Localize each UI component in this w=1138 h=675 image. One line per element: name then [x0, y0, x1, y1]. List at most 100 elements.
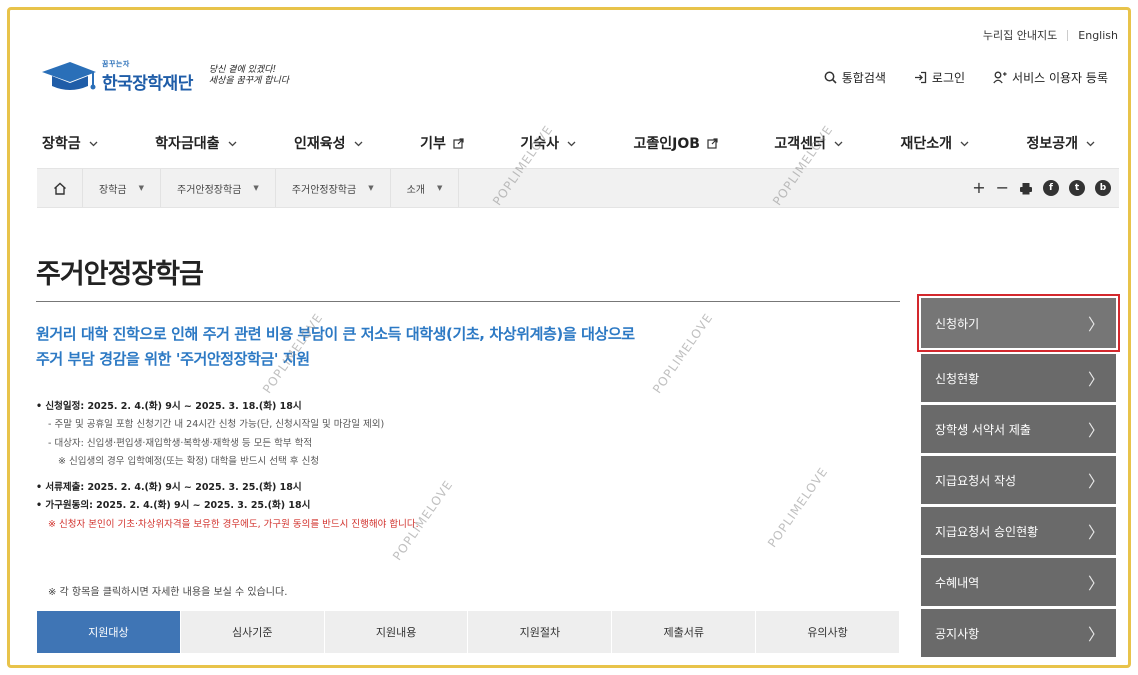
- lead-line-1: 원거리 대학 진학으로 인해 주거 관련 비용 부담이 큰 저소득 대학생(기초…: [36, 325, 635, 343]
- screenshot-frame: 누리집 안내지도 English 꿈꾸는자 한국장학재단 당신 곁에 있겠다! …: [7, 7, 1131, 668]
- header-actions: 통합검색 로그인 서비스 이용자 등록: [796, 69, 1108, 86]
- click-notice: ※ 각 항목을 클릭하시면 자세한 내용을 보실 수 있습니다.: [48, 587, 288, 598]
- nav-item[interactable]: 학자금대출: [147, 133, 245, 153]
- nav-item[interactable]: 인재육성: [286, 133, 372, 153]
- nav-item[interactable]: 장학금: [34, 133, 107, 153]
- chevron-right-icon: 〉: [1087, 370, 1104, 389]
- side-menu-item[interactable]: 신청현황 〉: [921, 354, 1116, 402]
- chevron-right-icon: 〉: [1087, 523, 1104, 542]
- tab-item[interactable]: 지원내용: [324, 611, 469, 653]
- caret-down-icon: ▼: [437, 184, 443, 192]
- zoom-out-icon[interactable]: −: [996, 180, 1009, 196]
- chevron-right-icon: 〉: [1087, 574, 1104, 593]
- page-tools: + − f t b: [972, 169, 1111, 207]
- tab-item[interactable]: 지원절차: [468, 611, 613, 653]
- side-menu-item[interactable]: 수혜내역 〉: [921, 558, 1116, 606]
- chevron-down-icon: [354, 141, 363, 146]
- search-button[interactable]: 통합검색: [824, 69, 886, 86]
- chevron-right-icon: 〉: [1087, 421, 1104, 440]
- breadcrumb-item[interactable]: 주거안정장학금 ▼: [276, 169, 391, 207]
- tab-item[interactable]: 유의사항: [756, 611, 900, 653]
- tab-item[interactable]: 심사기준: [180, 611, 325, 653]
- nav-item-label: 장학금: [42, 136, 81, 152]
- facebook-icon[interactable]: f: [1043, 180, 1059, 196]
- chevron-down-icon: [228, 141, 237, 146]
- register-label: 서비스 이용자 등록: [1012, 71, 1108, 85]
- print-icon[interactable]: [1019, 182, 1033, 195]
- nav-item[interactable]: 고졸인JOB: [625, 133, 725, 153]
- document-period: • 서류제출: 2025. 2. 4.(화) 9시 ~ 2025. 3. 25.…: [36, 482, 302, 494]
- side-menu-item[interactable]: 공지사항 〉: [921, 609, 1116, 657]
- login-label: 로그인: [931, 71, 966, 85]
- home-button[interactable]: [37, 169, 83, 207]
- caret-down-icon: ▼: [368, 184, 374, 192]
- caret-down-icon: ▼: [138, 184, 144, 192]
- content-tabs: 지원대상 심사기준 지원내용 지원절차 제출서류 유의사항: [37, 611, 900, 653]
- nav-item[interactable]: 정보공개: [1018, 133, 1104, 153]
- search-label: 통합검색: [841, 71, 886, 85]
- consent-period: • 가구원동의: 2025. 2. 4.(화) 9시 ~ 2025. 3. 25…: [36, 500, 311, 512]
- nav-item-label: 기부: [420, 136, 446, 152]
- side-menu-label: 수혜내역: [935, 575, 980, 590]
- consent-warning: ※ 신청자 본인이 기초·차상위자격을 보유한 경우에도, 가구원 동의를 반드…: [48, 518, 419, 530]
- page-title: 주거안정장학금: [36, 259, 204, 290]
- logo-tagline: 꿈꾸는자: [102, 59, 130, 68]
- site-logo[interactable]: 꿈꾸는자 한국장학재단 당신 곁에 있겠다! 세상을 꿈꾸게 합니다: [40, 58, 289, 94]
- home-icon: [53, 182, 66, 195]
- nav-item-label: 정보공개: [1026, 136, 1078, 152]
- chevron-down-icon: [89, 141, 98, 146]
- breadcrumb-label: 소개: [406, 184, 425, 196]
- chevron-down-icon: [960, 141, 969, 146]
- nav-item-label: 인재육성: [294, 136, 346, 152]
- breadcrumb: 장학금 ▼ 주거안정장학금 ▼ 주거안정장학금 ▼ 소개 ▼ + − f t b: [37, 168, 1119, 208]
- side-menu-item[interactable]: 지급요청서 승인현황 〉: [921, 507, 1116, 555]
- side-menu-label: 지급요청서 승인현황: [935, 524, 1039, 539]
- twitter-icon[interactable]: t: [1069, 180, 1085, 196]
- apply-note: - 주말 및 공휴일 포함 신청기간 내 24시간 신청 가능(단, 신청시작일…: [48, 419, 385, 431]
- login-button[interactable]: 로그인: [914, 69, 965, 86]
- breadcrumb-item[interactable]: 주거안정장학금 ▼: [161, 169, 276, 207]
- apply-button[interactable]: 신청하기 〉: [917, 294, 1120, 352]
- breadcrumb-item[interactable]: 소개 ▼: [391, 169, 460, 207]
- side-menu-label: 신청현황: [935, 371, 980, 386]
- login-icon: [914, 71, 927, 84]
- divider: [1067, 29, 1069, 41]
- chevron-right-icon: 〉: [1087, 625, 1104, 644]
- breadcrumb-label: 장학금: [99, 184, 127, 196]
- schedule-details: • 신청일정: 2025. 2. 4.(화) 9시 ~ 2025. 3. 18.…: [36, 398, 896, 534]
- tab-item[interactable]: 지원대상: [37, 611, 181, 653]
- side-menu: 신청하기 〉 신청현황 〉 장학생 서약서 제출 〉 지급요청서 작성 〉 지급요청서 승인현황…: [917, 294, 1120, 660]
- side-menu-label: 공지사항: [935, 626, 980, 641]
- side-menu-label: 지급요청서 작성: [935, 473, 1017, 488]
- search-icon: [824, 71, 837, 84]
- utility-links: 누리집 안내지도 English: [983, 27, 1118, 43]
- sitemap-link[interactable]: 누리집 안내지도: [983, 27, 1057, 43]
- side-menu-item[interactable]: 장학생 서약서 제출 〉: [921, 405, 1116, 453]
- chevron-down-icon: [834, 141, 843, 146]
- apply-target: - 대상자: 신입생·편입생·재입학생·복학생·재학생 등 모든 학부 학적: [48, 437, 313, 449]
- tab-item[interactable]: 제출서류: [612, 611, 757, 653]
- nav-item-label: 고졸인JOB: [633, 136, 700, 152]
- zoom-in-icon[interactable]: +: [972, 180, 985, 196]
- blog-icon[interactable]: b: [1095, 180, 1111, 196]
- side-menu-label: 신청하기: [935, 316, 980, 331]
- chevron-right-icon: 〉: [1087, 315, 1104, 334]
- breadcrumb-items: 장학금 ▼ 주거안정장학금 ▼ 주거안정장학금 ▼ 소개 ▼: [83, 169, 460, 207]
- register-button[interactable]: 서비스 이용자 등록: [993, 69, 1108, 86]
- nav-item[interactable]: 재단소개: [892, 133, 978, 153]
- nav-item[interactable]: 기부: [412, 133, 472, 153]
- logo-name: 한국장학재단: [102, 73, 193, 94]
- breadcrumb-item[interactable]: 장학금 ▼: [83, 169, 161, 207]
- graduation-cap-icon: [42, 62, 96, 90]
- page: 누리집 안내지도 English 꿈꾸는자 한국장학재단 당신 곁에 있겠다! …: [10, 10, 1128, 665]
- breadcrumb-label: 주거안정장학금: [291, 184, 357, 196]
- side-menu-item[interactable]: 지급요청서 작성 〉: [921, 456, 1116, 504]
- freshman-note: ※ 신입생의 경우 입학예정(또는 확정) 대학을 반드시 선택 후 신청: [58, 455, 320, 467]
- breadcrumb-label: 주거안정장학금: [177, 184, 242, 196]
- nav-item-label: 학자금대출: [155, 136, 220, 152]
- external-link-icon: [707, 137, 718, 149]
- chevron-down-icon: [1086, 141, 1095, 146]
- chevron-down-icon: [567, 141, 576, 146]
- english-link[interactable]: English: [1078, 29, 1118, 42]
- apply-period: • 신청일정: 2025. 2. 4.(화) 9시 ~ 2025. 3. 18.…: [36, 401, 302, 412]
